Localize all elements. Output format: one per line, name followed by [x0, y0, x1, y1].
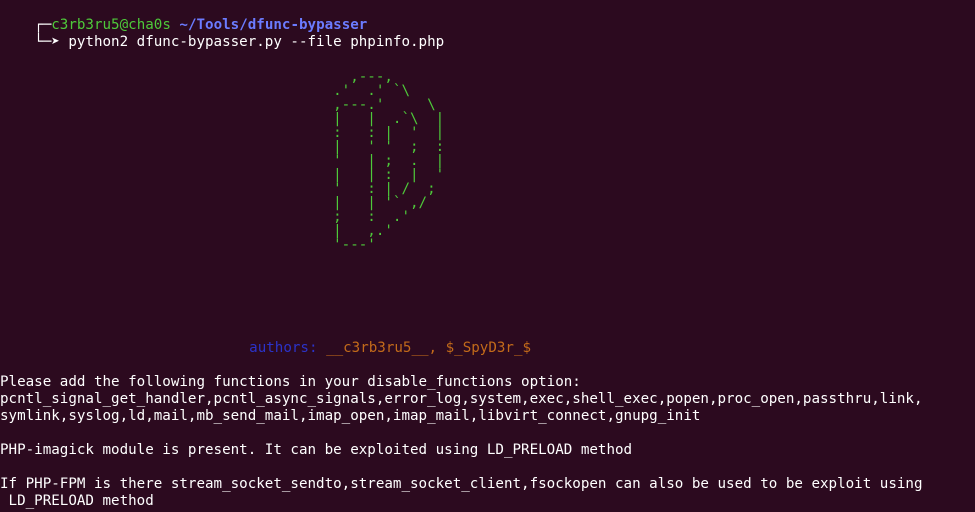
- authors-label: authors:: [249, 340, 318, 356]
- output-line-5: If PHP-FPM is there stream_socket_sendto…: [0, 476, 923, 492]
- terminal-window[interactable]: ┌─c3rb3ru5@cha0s ~/Tools/dfunc-bypasser …: [0, 0, 975, 512]
- command-text: python2 dfunc-bypasser.py --file phpinfo…: [68, 34, 445, 50]
- output-line-4: PHP-imagick module is present. It can be…: [0, 442, 633, 458]
- prompt-line: ┌─c3rb3ru5@cha0s ~/Tools/dfunc-bypasser: [0, 0, 367, 33]
- output-line-6: LD_PRELOAD method: [0, 493, 154, 509]
- authors-value: __c3rb3ru5__, $_SpyD3r_$: [326, 340, 532, 356]
- output-line-1: Please add the following functions in yo…: [0, 374, 581, 390]
- output-line-2: pcntl_signal_get_handler,pcntl_async_sig…: [0, 391, 923, 407]
- prompt-corner-bottom: └─➤: [34, 34, 60, 50]
- ascii-art-logo: ,---, .' .' `\ ,---.' \ | | .`\ | :: | …: [333, 69, 445, 253]
- output-line-3: symlink,syslog,ld,mail,mb_send_mail,imap…: [0, 408, 701, 424]
- command-line: └─➤ python2 dfunc-bypasser.py --file php…: [0, 17, 444, 50]
- authors-line: authors: __c3rb3ru5__, $_SpyD3r_$: [215, 323, 531, 356]
